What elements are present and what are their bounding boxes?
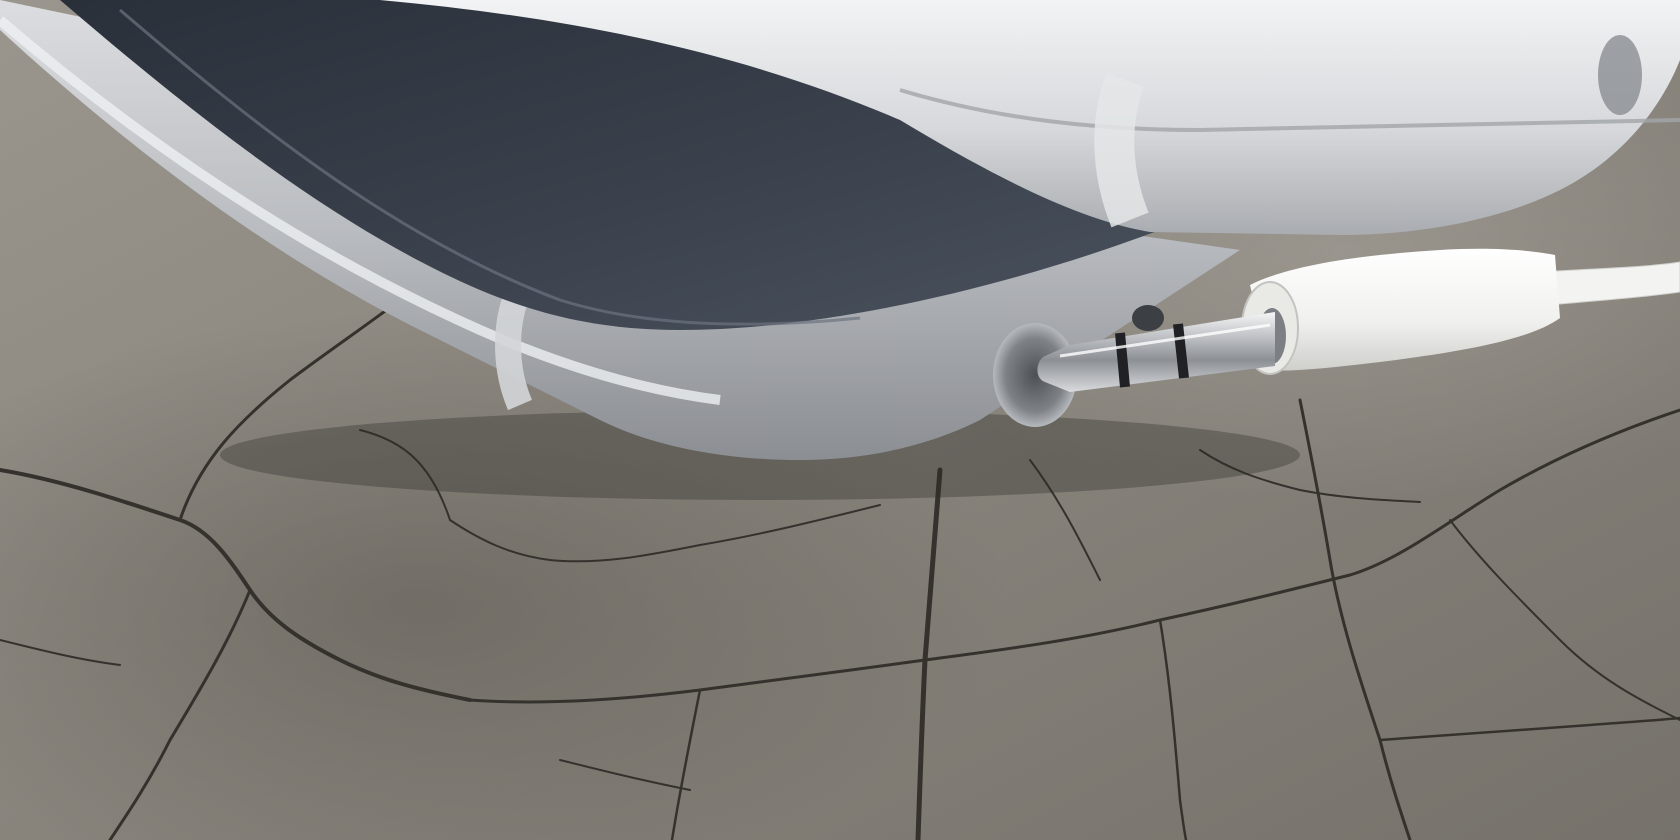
- microphone-hole: [1132, 305, 1164, 331]
- plug-ring-2: [1173, 323, 1189, 379]
- photo-scene: [0, 0, 1680, 840]
- photo-canvas: [0, 0, 1680, 840]
- plug-ring-1: [1115, 332, 1130, 388]
- top-phone-port: [1598, 35, 1642, 115]
- antenna-band: [495, 295, 533, 411]
- top-phone-antenna-band: [1094, 72, 1149, 228]
